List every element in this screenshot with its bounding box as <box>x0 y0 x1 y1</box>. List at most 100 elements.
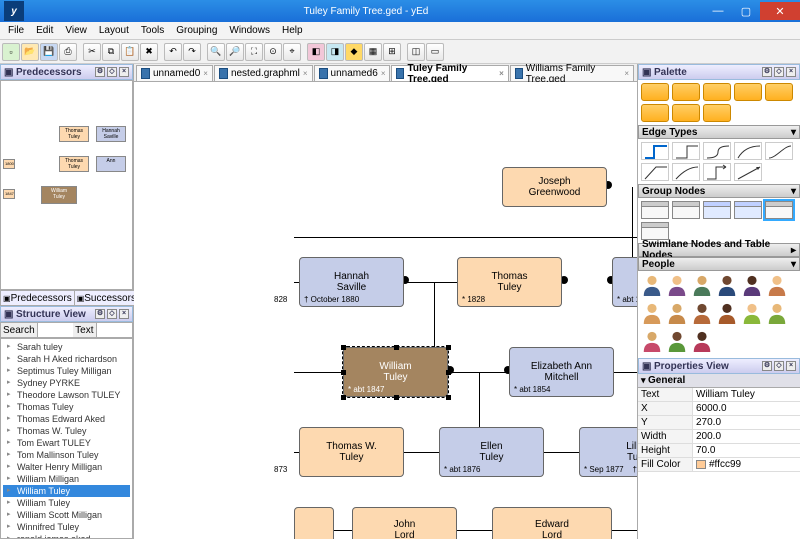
palette-person[interactable] <box>666 274 688 299</box>
palette-person[interactable] <box>666 330 688 355</box>
menu-tools[interactable]: Tools <box>135 23 170 38</box>
palette-edge[interactable] <box>672 142 700 160</box>
palette-node[interactable] <box>703 83 731 101</box>
swimlane-header[interactable]: Swimlane Nodes and Table Nodes▸ <box>638 243 800 257</box>
graph-node-thomas[interactable]: ThomasTuley* 1828 <box>457 257 562 307</box>
palette-edge[interactable] <box>734 142 762 160</box>
undo-button[interactable]: ↶ <box>164 43 182 61</box>
property-row[interactable]: X6000.0 <box>638 402 800 416</box>
palette-person[interactable] <box>691 330 713 355</box>
panel-close-icon[interactable]: × <box>119 309 129 319</box>
graph-node-ellen[interactable]: EllenTuley* abt 1876 <box>439 427 544 477</box>
palette-header[interactable]: ▣ Palette ⚙◇× <box>638 64 800 80</box>
predecessors-minimap[interactable]: ThomasTuley HannahSaville ThomasTuley An… <box>0 80 133 290</box>
palette-node[interactable] <box>734 83 762 101</box>
cut-button[interactable]: ✂ <box>83 43 101 61</box>
graph-node-joseph[interactable]: JosephGreenwood <box>502 167 607 207</box>
palette-node[interactable] <box>641 104 669 122</box>
save-button[interactable]: 💾 <box>40 43 58 61</box>
document-tab[interactable]: unnamed0× <box>136 65 213 81</box>
palette-edge[interactable] <box>641 142 669 160</box>
predecessors-header[interactable]: ▣ Predecessors ⚙◇× <box>0 64 133 80</box>
panel-min-icon[interactable]: ◇ <box>774 67 784 77</box>
tree-item[interactable]: Sydney PYRKE <box>3 377 130 389</box>
panel-close-icon[interactable]: × <box>786 361 796 371</box>
palette-group[interactable] <box>703 201 731 219</box>
document-tab[interactable]: Williams Family Tree.ged× <box>510 65 634 81</box>
tab-successors[interactable]: ▣ Successors <box>75 291 139 305</box>
graph-node-edward[interactable]: EdwardLord* Dec 1911 † 1983 <box>492 507 612 539</box>
palette-edge[interactable] <box>703 142 731 160</box>
layout2-button[interactable]: ◨ <box>326 43 344 61</box>
zoom-fit-button[interactable]: ⛶ <box>245 43 263 61</box>
prop-value[interactable]: 200.0 <box>693 430 800 443</box>
tab-close-icon[interactable]: × <box>381 69 386 78</box>
tab-close-icon[interactable]: × <box>499 69 504 78</box>
palette-person[interactable] <box>741 274 763 299</box>
panel-min-icon[interactable]: ◇ <box>107 67 117 77</box>
prop-value[interactable]: 270.0 <box>693 416 800 429</box>
paste-button[interactable]: 📋 <box>121 43 139 61</box>
open-button[interactable]: 📂 <box>21 43 39 61</box>
tree-item[interactable]: William Scott Milligan <box>3 509 130 521</box>
palette-edge[interactable] <box>734 163 762 181</box>
panel-close-icon[interactable]: × <box>119 67 129 77</box>
redo-button[interactable]: ↷ <box>183 43 201 61</box>
tree-item[interactable]: William Tuley <box>3 485 130 497</box>
layout1-button[interactable]: ◧ <box>307 43 325 61</box>
prop-value[interactable]: William Tuley <box>693 388 800 401</box>
prop-value[interactable]: 6000.0 <box>693 402 800 415</box>
maximize-button[interactable]: ▢ <box>732 2 760 20</box>
tree-item[interactable]: Thomas Edward Aked <box>3 413 130 425</box>
tree-item[interactable]: William Tuley <box>3 497 130 509</box>
graph-node-ann[interactable]: AnnGreenwood* abt 1830 <box>612 257 637 307</box>
graph-node-lillian[interactable]: LillianTuley* Sep 1877 † Dec 1947 <box>579 427 637 477</box>
document-tab[interactable]: nested.graphml× <box>214 65 313 81</box>
delete-button[interactable]: ✖ <box>140 43 158 61</box>
close-button[interactable]: ✕ <box>760 2 800 20</box>
copy-button[interactable]: ⧉ <box>102 43 120 61</box>
panel-close-icon[interactable]: × <box>786 67 796 77</box>
palette-edge[interactable] <box>703 163 731 181</box>
grid-button[interactable]: ▦ <box>364 43 382 61</box>
graph-node-hannah[interactable]: HannahSaville† October 1880828 <box>299 257 404 307</box>
palette-person[interactable] <box>766 274 788 299</box>
property-row[interactable]: Width200.0 <box>638 430 800 444</box>
zoom-select-button[interactable]: ⌖ <box>283 43 301 61</box>
zoom-reset-button[interactable]: ⊙ <box>264 43 282 61</box>
tree-item[interactable]: Sarah tuley <box>3 341 130 353</box>
palette-group[interactable] <box>734 201 762 219</box>
menu-windows[interactable]: Windows <box>223 23 276 38</box>
document-tab[interactable]: unnamed6× <box>314 65 391 81</box>
prop-value[interactable]: #ffcc99 <box>693 458 800 471</box>
structure-tree[interactable]: Sarah tuleySarah H Aked richardsonSeptim… <box>0 338 133 539</box>
palette-person[interactable] <box>691 302 713 327</box>
palette-node[interactable] <box>765 83 793 101</box>
panel-gear-icon[interactable]: ⚙ <box>762 361 772 371</box>
panel-gear-icon[interactable]: ⚙ <box>95 309 105 319</box>
palette-node[interactable] <box>672 83 700 101</box>
zoom-in-button[interactable]: 🔍 <box>207 43 225 61</box>
tree-item[interactable]: Tom Ewart TULEY <box>3 437 130 449</box>
minimize-button[interactable]: — <box>704 2 732 20</box>
tree-item[interactable]: Thomas W. Tuley <box>3 425 130 437</box>
search-input[interactable] <box>38 323 73 337</box>
graph-node-n1999[interactable]: 1999 <box>294 507 334 539</box>
tree-item[interactable]: Thomas Tuley <box>3 401 130 413</box>
tree-item[interactable]: ronald james aked <box>3 533 130 539</box>
layout5-button[interactable]: ▭ <box>426 43 444 61</box>
tree-item[interactable]: Theodore Lawson TULEY <box>3 389 130 401</box>
tree-item[interactable]: Sarah H Aked richardson <box>3 353 130 365</box>
tree-item[interactable]: Septimus Tuley Milligan <box>3 365 130 377</box>
property-row[interactable]: Fill Color#ffcc99 <box>638 458 800 472</box>
menu-help[interactable]: Help <box>276 23 309 38</box>
palette-edge[interactable] <box>765 142 793 160</box>
group-nodes-header[interactable]: Group Nodes▾ <box>638 184 800 198</box>
tab-close-icon[interactable]: × <box>303 69 308 78</box>
layout3-button[interactable]: ◆ <box>345 43 363 61</box>
property-row[interactable]: Y270.0 <box>638 416 800 430</box>
tree-item[interactable]: Tom Mallinson Tuley <box>3 449 130 461</box>
structure-header[interactable]: ▣ Structure View ⚙◇× <box>0 306 133 322</box>
palette-person[interactable] <box>641 302 663 327</box>
prop-value[interactable]: 70.0 <box>693 444 800 457</box>
